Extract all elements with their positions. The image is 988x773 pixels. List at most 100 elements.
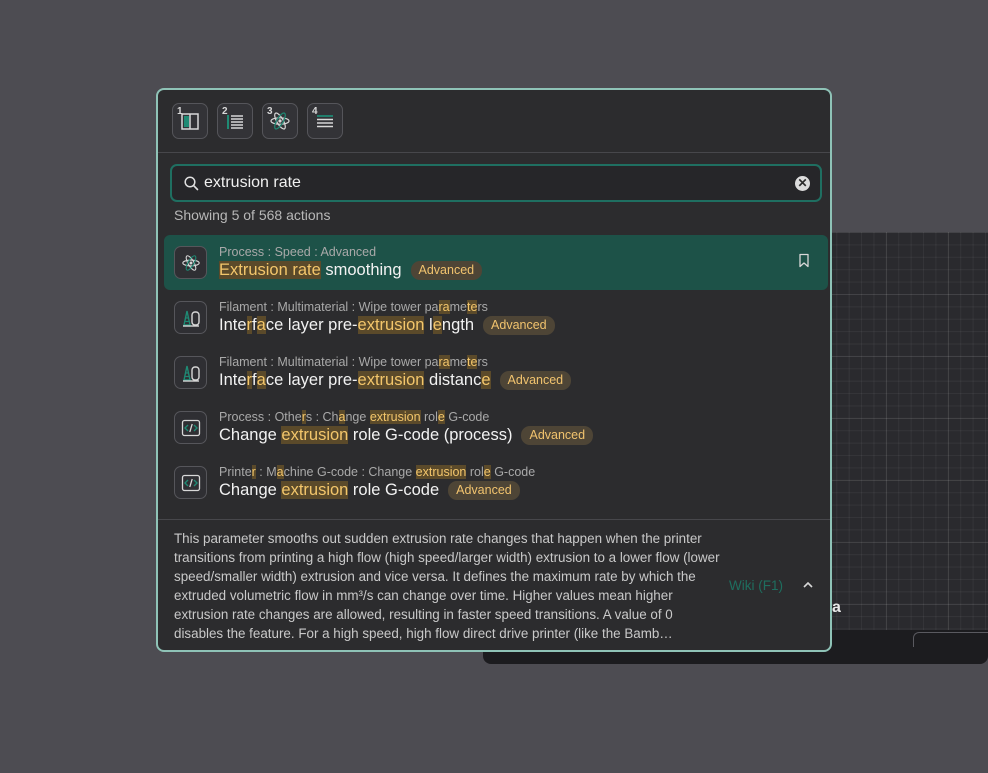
- match-highlight: extrusion: [281, 481, 349, 499]
- advanced-badge: Advanced: [499, 371, 572, 390]
- match-highlight: extrusion: [357, 371, 425, 389]
- text-segment: Filament : Multimaterial : Wipe tower pa: [219, 300, 439, 314]
- text-segment: Inte: [219, 371, 247, 389]
- filament-settings-button[interactable]: 2: [217, 103, 253, 139]
- match-highlight: te: [467, 355, 478, 369]
- match-highlight: e: [483, 465, 491, 479]
- search-icon: [184, 176, 199, 191]
- match-highlight: extrusion: [369, 410, 421, 424]
- result-row[interactable]: Process : Others : Change extrusion role…: [164, 400, 828, 455]
- text-segment: rs: [477, 355, 488, 369]
- match-highlight: ra: [438, 355, 450, 369]
- results-count: Showing 5 of 568 actions: [174, 207, 331, 223]
- result-title-text: Interface layer pre-extrusion length: [219, 316, 474, 335]
- code-icon: [174, 411, 207, 444]
- result-title-text: Extrusion rate smoothing: [219, 261, 402, 280]
- match-highlight: te: [467, 300, 478, 314]
- chevron-up-icon[interactable]: [801, 580, 815, 590]
- text-segment: nge: [345, 410, 370, 424]
- result-title: Change extrusion role G-code Advanced: [219, 481, 520, 500]
- match-highlight: a: [256, 371, 266, 389]
- advanced-badge: Advanced: [483, 316, 555, 335]
- option-description: This parameter smooths out sudden extrus…: [174, 531, 720, 641]
- text-segment: f: [252, 371, 257, 389]
- match-highlight: e: [432, 316, 442, 334]
- wiki-link[interactable]: Wiki (F1): [729, 578, 783, 593]
- text-segment: role G-code (process): [348, 426, 513, 444]
- text-segment: G-code: [490, 465, 536, 479]
- filament-settings-icon: [174, 301, 207, 334]
- result-path: Process : Others : Change extrusion role…: [219, 410, 489, 424]
- code-icon: [174, 466, 207, 499]
- shortcut-number: 4: [312, 106, 318, 117]
- text-segment: smoothing: [320, 261, 402, 279]
- description-divider: [158, 519, 830, 520]
- text-segment: Change: [219, 481, 282, 499]
- result-row[interactable]: Printer : Machine G-code : Change extrus…: [164, 455, 828, 510]
- text-segment: ce layer pre-: [265, 316, 358, 334]
- result-title: Extrusion rate smoothing Advanced: [219, 261, 483, 280]
- result-path: Filament : Multimaterial : Wipe tower pa…: [219, 355, 488, 369]
- shortcut-number: 2: [222, 106, 228, 117]
- toolbar-divider: [158, 152, 830, 153]
- result-title: Interface layer pre-extrusion distance Ad…: [219, 371, 572, 390]
- text-segment: : M: [255, 465, 277, 479]
- text-segment: ngth: [441, 316, 475, 334]
- process-settings-button[interactable]: 3: [262, 103, 298, 139]
- text-segment: s : Ch: [305, 410, 339, 424]
- match-highlight: e: [437, 410, 445, 424]
- text-segment: Process : Othe: [219, 410, 302, 424]
- layers-button[interactable]: 4: [307, 103, 343, 139]
- text-segment: me: [449, 355, 468, 369]
- text-segment: Printe: [219, 465, 252, 479]
- match-highlight: Extrusion rate: [219, 261, 321, 279]
- advanced-badge: Advanced: [521, 426, 594, 445]
- result-title-text: Interface layer pre-extrusion distance: [219, 371, 491, 390]
- search-box: ✕: [170, 164, 822, 202]
- clear-search-icon[interactable]: ✕: [795, 176, 810, 191]
- text-segment: rol: [466, 465, 484, 479]
- text-segment: f: [252, 316, 257, 334]
- result-title-text: Change extrusion role G-code (process): [219, 426, 512, 445]
- advanced-badge: Advanced: [410, 261, 483, 280]
- results-list: Process : Speed : Advanced Extrusion rate…: [164, 235, 828, 510]
- text-segment: distanc: [424, 371, 482, 389]
- result-path: Filament : Multimaterial : Wipe tower pa…: [219, 300, 488, 314]
- text-segment: rol: [420, 410, 438, 424]
- search-input[interactable]: [204, 170, 784, 196]
- text-segment: Change: [219, 426, 282, 444]
- text-segment: me: [449, 300, 468, 314]
- text-segment: role G-code: [348, 481, 440, 499]
- text-segment: rs: [477, 300, 488, 314]
- text-segment: l: [424, 316, 433, 334]
- result-title-text: Change extrusion role G-code: [219, 481, 439, 500]
- search-dialog: 1 2 3 4 extrusion rate ✕ Showing 5 of 56…: [156, 88, 832, 652]
- shortcut-number: 3: [267, 106, 273, 117]
- result-row[interactable]: Process : Speed : Advanced Extrusion rate…: [164, 235, 828, 290]
- result-row[interactable]: Filament : Multimaterial : Wipe tower pa…: [164, 290, 828, 345]
- process-settings-icon: [174, 246, 207, 279]
- result-row[interactable]: Filament : Multimaterial : Wipe tower pa…: [164, 345, 828, 400]
- text-segment: G-code: [444, 410, 490, 424]
- text-segment: Filament : Multimaterial : Wipe tower pa: [219, 355, 439, 369]
- text-segment: Process : Speed : Advanced: [219, 245, 377, 259]
- shortcut-number: 1: [177, 106, 183, 117]
- filament-settings-icon: [174, 356, 207, 389]
- match-highlight: a: [256, 316, 266, 334]
- result-path: Process : Speed : Advanced: [219, 245, 376, 259]
- match-highlight: a: [276, 465, 284, 479]
- text-segment: ce layer pre-: [265, 371, 358, 389]
- settings-toolbar: 1 2 3 4: [172, 103, 343, 143]
- match-highlight: extrusion: [415, 465, 467, 479]
- match-highlight: extrusion: [357, 316, 425, 334]
- advanced-badge: Advanced: [448, 481, 520, 500]
- match-highlight: extrusion: [281, 426, 349, 444]
- match-highlight: e: [481, 371, 491, 389]
- bookmark-icon[interactable]: [798, 253, 810, 268]
- printer-settings-button[interactable]: 1: [172, 103, 208, 139]
- plate-label: a: [832, 599, 841, 616]
- result-title: Interface layer pre-extrusion length Adva…: [219, 316, 555, 335]
- text-segment: chine G-code : Change: [283, 465, 416, 479]
- match-highlight: ra: [438, 300, 450, 314]
- result-path: Printer : Machine G-code : Change extrus…: [219, 465, 535, 479]
